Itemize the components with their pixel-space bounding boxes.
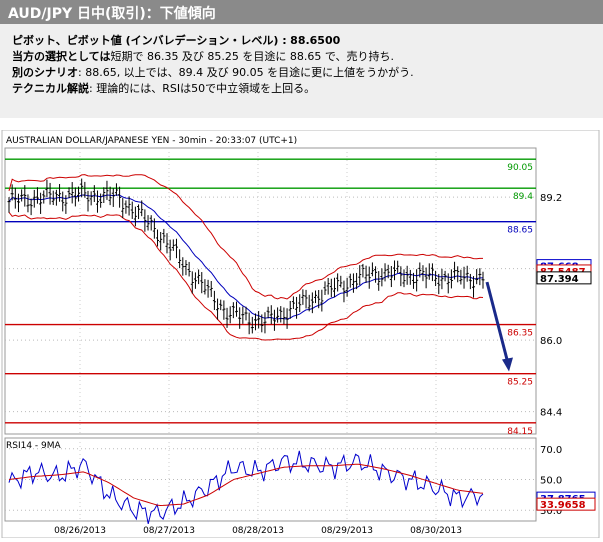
title-bar: AUD/JPY 日中(取引)：下値傾向 [0, 0, 603, 24]
pivot-label: ピボット、ピボット値 (インバレデーション・レベル) : [12, 34, 287, 47]
preferred-text: 短期で 86.35 及び 85.25 を目途に 88.65 で、売り持ち. [110, 50, 394, 63]
alternative-line: 別のシナリオ: 88.65, 以上では、89.4 及び 90.05 を目途に更に… [12, 64, 414, 80]
technical-text: : 理論的には、RSIは50で中立領域を上回る。 [89, 82, 316, 95]
page-title: AUD/JPY 日中(取引)：下値傾向 [8, 6, 216, 22]
chart-caption: AUSTRALIAN DOLLAR/JAPANESE YEN - 30min -… [6, 136, 297, 146]
date-tick-label: 08/28/2013 [232, 526, 284, 536]
preferred-label: 当方の選択としては [12, 50, 111, 63]
price-tick-label: 89.2 [540, 193, 562, 204]
date-tick-label: 08/26/2013 [54, 526, 106, 536]
pivot-line: ピボット、ピボット値 (インバレデーション・レベル) : 88.6500 [12, 32, 340, 48]
technical-label: テクニカル解説 [12, 82, 89, 95]
date-tick-label: 08/29/2013 [321, 526, 373, 536]
summary-panel: ピボット、ピボット値 (インバレデーション・レベル) : 88.6500 当方の… [0, 24, 603, 118]
date-tick-label: 08/30/2013 [410, 526, 462, 536]
rsi-plot [4, 437, 537, 522]
preferred-line: 当方の選択としては短期で 86.35 及び 85.25 を目途に 88.65 で… [12, 48, 394, 64]
price-tick-label: 86.0 [540, 336, 562, 347]
level-label: 84.15 [507, 427, 533, 437]
level-label: 86.35 [507, 329, 533, 339]
level-label: 85.25 [507, 378, 533, 388]
chart-svg: AUSTRALIAN DOLLAR/JAPANESE YEN - 30min -… [1, 129, 600, 539]
date-tick-label: 08/27/2013 [143, 526, 195, 536]
rsi-tick-label: 70.0 [540, 445, 562, 456]
rsi-tick-label: 50.0 [540, 476, 562, 487]
alternative-label: 別のシナリオ [12, 66, 78, 79]
rsi-caption: RSI14 - 9MA [6, 441, 62, 451]
chart-frame: AUSTRALIAN DOLLAR/JAPANESE YEN - 30min -… [0, 129, 603, 539]
price-label: 87.394 [540, 274, 579, 285]
level-label: 90.05 [507, 163, 533, 173]
level-label: 89.4 [513, 192, 533, 202]
technical-line: テクニカル解説: 理論的には、RSIは50で中立領域を上回る。 [12, 80, 315, 96]
level-label: 88.65 [507, 226, 533, 236]
alternative-text: : 88.65, 以上では、89.4 及び 90.05 を目途に更に上値をうかが… [78, 66, 414, 79]
price-tick-label: 84.4 [540, 408, 562, 419]
pivot-value: 88.6500 [290, 34, 341, 47]
rsi-label: 33.9658 [540, 500, 586, 511]
